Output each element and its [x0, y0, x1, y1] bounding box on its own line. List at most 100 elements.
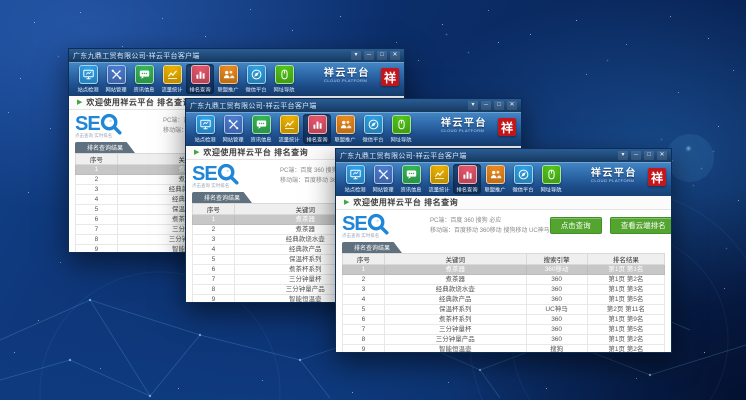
column-header[interactable]: 序号	[193, 204, 235, 215]
welcome-arrow-icon: ▶	[344, 199, 349, 206]
cell-keyword: 三分钟量杯	[384, 325, 526, 335]
tools-icon	[377, 168, 390, 181]
click-query-button[interactable]: 点击查询	[550, 217, 602, 234]
cell-engine: 360	[526, 335, 587, 345]
toolbar-item-site-nav[interactable]: 网址导航	[387, 114, 415, 144]
maximize-button[interactable]: □	[377, 51, 387, 60]
toolbar-item-wechat-platform[interactable]: 微信平台	[509, 164, 537, 194]
cell-index: 4	[193, 245, 235, 255]
table-row[interactable]: 4 经典款产品 360 第1页 第5名	[343, 295, 665, 305]
cell-index: 2	[343, 275, 385, 285]
maximize-button[interactable]: □	[644, 151, 654, 160]
column-header[interactable]: 搜索引擎	[526, 254, 587, 265]
monitor-icon	[349, 168, 362, 181]
window-titlebar[interactable]: 广东九鼎工贸有限公司-祥云平台客户端 ▾─□✕	[336, 149, 671, 162]
engine-info-mobile: 移动端：百度移动 360移动 搜狗移动 UC神马	[430, 226, 550, 236]
toolbar-item-rank-query[interactable]: 排名查询	[453, 164, 481, 194]
close-button[interactable]: ✕	[390, 51, 400, 60]
cell-engine: 搜狗	[526, 345, 587, 354]
table-row[interactable]: 7 三分钟量杯 360 第1页 第5名	[343, 325, 665, 335]
skin-button[interactable]: ▾	[351, 51, 361, 60]
brand-logo: 祥云平台 CLOUD PLATFORM 祥	[324, 64, 399, 86]
toolbar-item-alliance-promo[interactable]: 联盟推广	[214, 64, 242, 94]
toolbar-item-label: 站点检测	[77, 86, 98, 94]
window-title: 广东九鼎工贸有限公司-祥云平台客户端	[340, 151, 467, 161]
toolbar-item-site-check[interactable]: 站点检测	[74, 64, 102, 94]
toolbar-item-label: 微信平台	[512, 186, 533, 194]
view-cloud-rank-button[interactable]: 查看云端排名	[610, 217, 672, 234]
window-titlebar[interactable]: 广东九鼎工贸有限公司-祥云平台客户端 ▾─□✕	[186, 99, 521, 112]
cell-index: 3	[343, 285, 385, 295]
toolbar-item-traffic-stats[interactable]: 流量统计	[158, 64, 186, 94]
table-row[interactable]: 6 煮茶杯系列 360 第1页 第9名	[343, 315, 665, 325]
cell-rank: 第1页 第2名	[587, 275, 664, 285]
seo-logo-caption: 点击查询 实时排名	[192, 182, 269, 188]
toolbar-item-label: 联盟推广	[484, 186, 505, 194]
toolbar-item-traffic-stats[interactable]: 流量统计	[425, 164, 453, 194]
users-icon	[339, 118, 352, 131]
maximize-button[interactable]: □	[494, 101, 504, 110]
cell-keyword: 经典款产品	[384, 295, 526, 305]
column-header[interactable]: 排名结果	[587, 254, 664, 265]
toolbar-item-site-check[interactable]: 站点检测	[341, 164, 369, 194]
skin-button[interactable]: ▾	[618, 151, 628, 160]
toolbar-item-alliance-promo[interactable]: 联盟推广	[481, 164, 509, 194]
toolbar-item-site-nav[interactable]: 网址导航	[270, 64, 298, 94]
mouse-icon	[545, 168, 558, 181]
results-tab[interactable]: 排名查询结果	[342, 242, 402, 253]
table-row[interactable]: 2 煮茶器 360 第1页 第2名	[343, 275, 665, 285]
column-header[interactable]: 关键词	[384, 254, 526, 265]
table-row[interactable]: 9 智能恒温壶 搜狗 第1页 第2名	[343, 345, 665, 354]
engine-info-pc: PC端：百度 360 搜狗 必应	[430, 216, 550, 226]
toolbar-item-label: 资讯信息	[133, 86, 154, 94]
column-header[interactable]: 序号	[76, 154, 118, 165]
toolbar-item-alliance-promo[interactable]: 联盟推广	[331, 114, 359, 144]
toolbar-item-wechat-platform[interactable]: 微信平台	[359, 114, 387, 144]
table-row[interactable]: 1 煮茶器 360移动 第1页 第1名	[343, 265, 665, 275]
seo-logo: SE 点击查询 实时排名	[192, 163, 278, 189]
minimize-button[interactable]: ─	[631, 151, 641, 160]
window-titlebar[interactable]: 广东九鼎工贸有限公司-祥云平台客户端 ▾─□✕	[69, 49, 404, 62]
compass-icon	[517, 168, 530, 181]
toolbar-item-label: 联盟推广	[217, 86, 238, 94]
toolbar-item-wechat-platform[interactable]: 微信平台	[242, 64, 270, 94]
table-row[interactable]: 5 保温杯系列 UC神马 第2页 第11名	[343, 305, 665, 315]
results-tab[interactable]: 排名查询结果	[75, 142, 135, 153]
table-row[interactable]: 3 经典款烧水壶 360 第1页 第3名	[343, 285, 665, 295]
tools-icon	[227, 118, 240, 131]
window-controls: ▾─□✕	[351, 51, 400, 60]
cell-index: 6	[193, 265, 235, 275]
toolbar-item-site-manage[interactable]: 网站管理	[369, 164, 397, 194]
table-row[interactable]: 8 三分钟量产品 360 第1页 第2名	[343, 335, 665, 345]
compass-icon	[367, 118, 380, 131]
toolbar-item-site-manage[interactable]: 网站管理	[102, 64, 130, 94]
toolbar-item-info[interactable]: 资讯信息	[130, 64, 158, 94]
toolbar-item-rank-query[interactable]: 排名查询	[186, 64, 214, 94]
toolbar-item-label: 微信平台	[362, 136, 383, 144]
toolbar-item-traffic-stats[interactable]: 流量统计	[275, 114, 303, 144]
results-tab[interactable]: 排名查询结果	[192, 192, 252, 203]
toolbar-item-info[interactable]: 资讯信息	[247, 114, 275, 144]
cell-index: 2	[193, 225, 235, 235]
toolbar-item-site-manage[interactable]: 网站管理	[219, 114, 247, 144]
cell-index: 8	[193, 285, 235, 295]
minimize-button[interactable]: ─	[481, 101, 491, 110]
column-header[interactable]: 序号	[343, 254, 385, 265]
app-window: 广东九鼎工贸有限公司-祥云平台客户端 ▾─□✕ 站点检测 网站管理	[335, 148, 672, 353]
close-button[interactable]: ✕	[657, 151, 667, 160]
toolbar-item-site-nav[interactable]: 网址导航	[537, 164, 565, 194]
toolbar-item-rank-query[interactable]: 排名查询	[303, 114, 331, 144]
seo-logo: SE 点击查询 实时排名	[342, 213, 428, 239]
cell-index: 5	[76, 205, 118, 215]
results-table: 序号关键词搜索引擎排名结果 1 煮茶器 360移动 第1页 第1名 2 煮	[342, 253, 665, 353]
close-button[interactable]: ✕	[507, 101, 517, 110]
toolbar-item-site-check[interactable]: 站点检测	[191, 114, 219, 144]
toolbar-item-info[interactable]: 资讯信息	[397, 164, 425, 194]
welcome-arrow-icon: ▶	[77, 99, 82, 106]
line-chart-icon	[283, 118, 296, 131]
cell-index: 7	[193, 275, 235, 285]
minimize-button[interactable]: ─	[364, 51, 374, 60]
skin-button[interactable]: ▾	[468, 101, 478, 110]
cell-keyword: 智能恒温壶	[384, 345, 526, 354]
cell-rank: 第1页 第2名	[587, 335, 664, 345]
